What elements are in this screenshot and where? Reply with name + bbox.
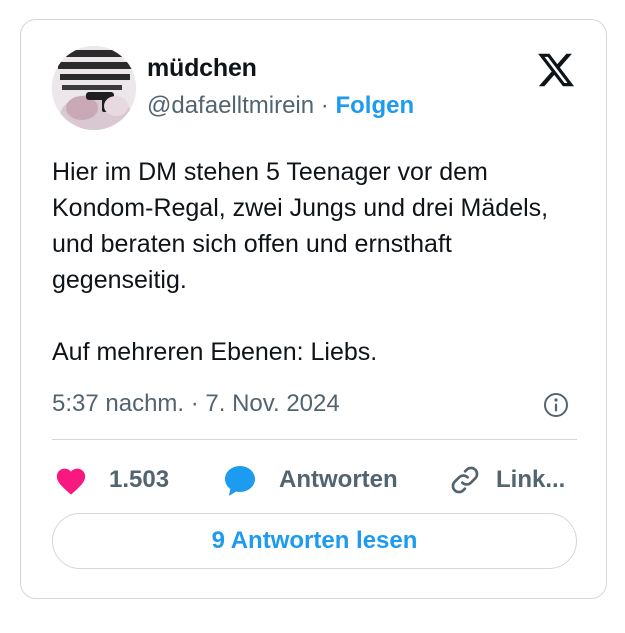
tweet-paragraph: Auf mehreren Ebenen: Liebs. (52, 338, 378, 366)
follow-button[interactable]: Folgen (335, 92, 414, 119)
tweet-paragraph: Hier im DM stehen 5 Teenager vor dem Kon… (52, 158, 549, 294)
x-logo-icon[interactable] (536, 50, 576, 90)
copy-link-button[interactable]: Link... (449, 460, 565, 500)
speech-bubble-icon (222, 463, 258, 497)
author-handle-line: @dafaelltmirein · Folgen (147, 92, 414, 120)
tweet-text: Hier im DM stehen 5 Teenager vor dem Kon… (52, 154, 582, 370)
divider (52, 439, 577, 440)
author-name[interactable]: müdchen (147, 54, 257, 83)
link-label: Link... (496, 466, 566, 493)
separator-dot: · (320, 92, 329, 119)
heart-icon (54, 464, 88, 496)
reply-label: Antworten (279, 466, 398, 493)
read-replies-button[interactable]: 9 Antworten lesen (52, 513, 577, 569)
reply-button[interactable]: Antworten (222, 460, 398, 500)
author-handle[interactable]: @dafaelltmirein (147, 92, 314, 119)
info-icon[interactable] (542, 391, 570, 419)
avatar[interactable] (52, 46, 136, 130)
like-count: 1.503 (109, 466, 170, 493)
tweet-timestamp[interactable]: 5:37 nachm. · 7. Nov. 2024 (52, 390, 340, 418)
like-button[interactable]: 1.503 (54, 460, 169, 500)
tweet-card: müdchen @dafaelltmirein · Folgen Hier im… (20, 19, 607, 599)
link-icon (449, 464, 481, 496)
